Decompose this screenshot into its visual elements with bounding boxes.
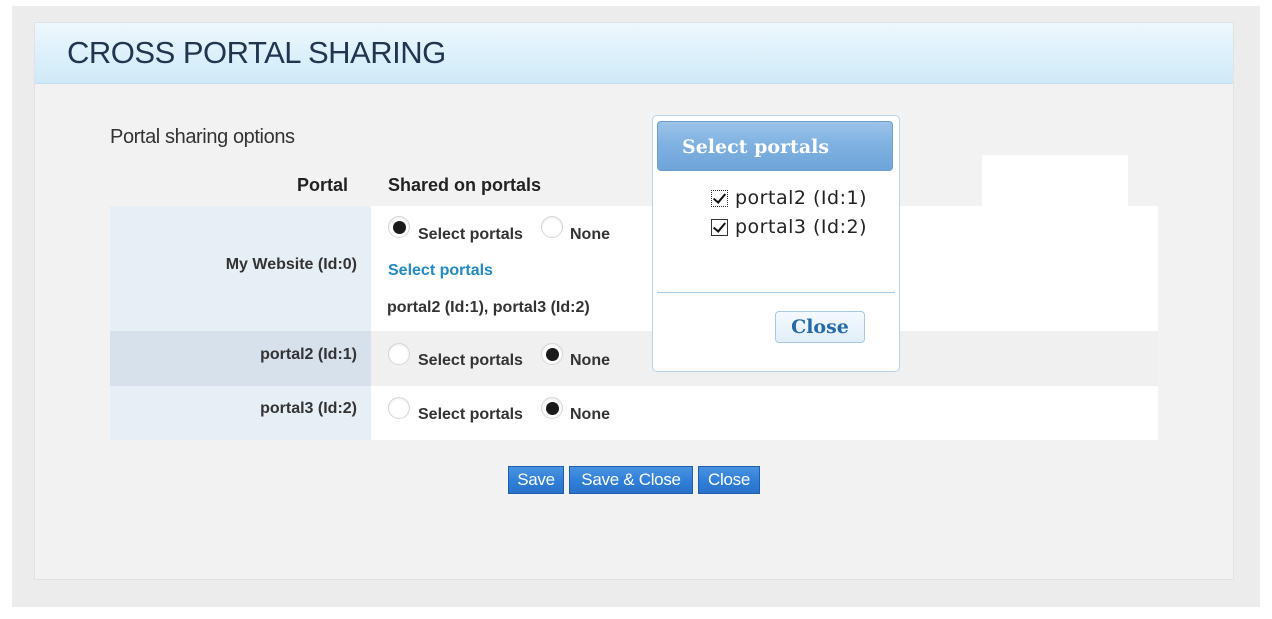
radio-select-portals-label: Select portals <box>418 406 523 423</box>
portal-name: portal2 (Id:1) <box>260 346 357 363</box>
portal-cell: My Website (Id:0) <box>110 206 371 331</box>
popup-header[interactable]: Select portals <box>657 121 893 171</box>
column-header-portal: Portal <box>297 175 349 195</box>
radio-none[interactable] <box>541 343 563 365</box>
popup-close-button[interactable]: Close <box>775 311 865 343</box>
table-row: My Website (Id:0) Select portals None Se… <box>110 206 1158 331</box>
select-portals-popup: Select portals portal2 (Id:1) portal3 (I… <box>652 115 900 372</box>
save-button[interactable]: Save <box>508 466 564 494</box>
select-portals-link[interactable]: Select portals <box>388 262 493 280</box>
table-row: portal2 (Id:1) Select portals None <box>110 331 1158 386</box>
portal-name: My Website (Id:0) <box>225 256 357 273</box>
save-and-close-button[interactable]: Save & Close <box>569 466 693 494</box>
radio-select-portals-label: Select portals <box>418 226 523 243</box>
portal-cell: portal2 (Id:1) <box>110 331 371 386</box>
close-button[interactable]: Close <box>698 466 760 494</box>
portal-cell: portal3 (Id:2) <box>110 386 371 440</box>
radio-none[interactable] <box>541 397 563 419</box>
right-white-strip-top <box>982 155 1128 207</box>
radio-select-portals[interactable] <box>388 343 410 365</box>
portal-option-label: portal3 (Id:2) <box>735 216 867 238</box>
radio-select-portals[interactable] <box>388 397 410 419</box>
radio-none-label: None <box>570 352 610 369</box>
shared-portals-list: portal2 (Id:1), portal3 (Id:2) <box>387 299 590 316</box>
panel-header: CROSS PORTAL SHARING <box>35 23 1233 84</box>
portal-name: portal3 (Id:2) <box>260 400 357 417</box>
column-header-shared: Shared on portals <box>388 175 542 195</box>
radio-none-label: None <box>570 226 610 243</box>
popup-title: Select portals <box>682 136 830 158</box>
radio-none-label: None <box>570 406 610 423</box>
table-row: portal3 (Id:2) Select portals None <box>110 386 1158 440</box>
radio-select-portals-label: Select portals <box>418 352 523 369</box>
radio-select-portals[interactable] <box>388 216 410 238</box>
checkbox-checked-icon[interactable] <box>711 219 728 236</box>
radio-none[interactable] <box>541 216 563 238</box>
popup-divider <box>657 292 895 293</box>
section-label: Portal sharing options <box>110 126 295 148</box>
checkbox-checked-icon[interactable] <box>711 190 728 207</box>
portal-option-label: portal2 (Id:1) <box>735 187 867 209</box>
panel-title: CROSS PORTAL SHARING <box>67 35 446 70</box>
